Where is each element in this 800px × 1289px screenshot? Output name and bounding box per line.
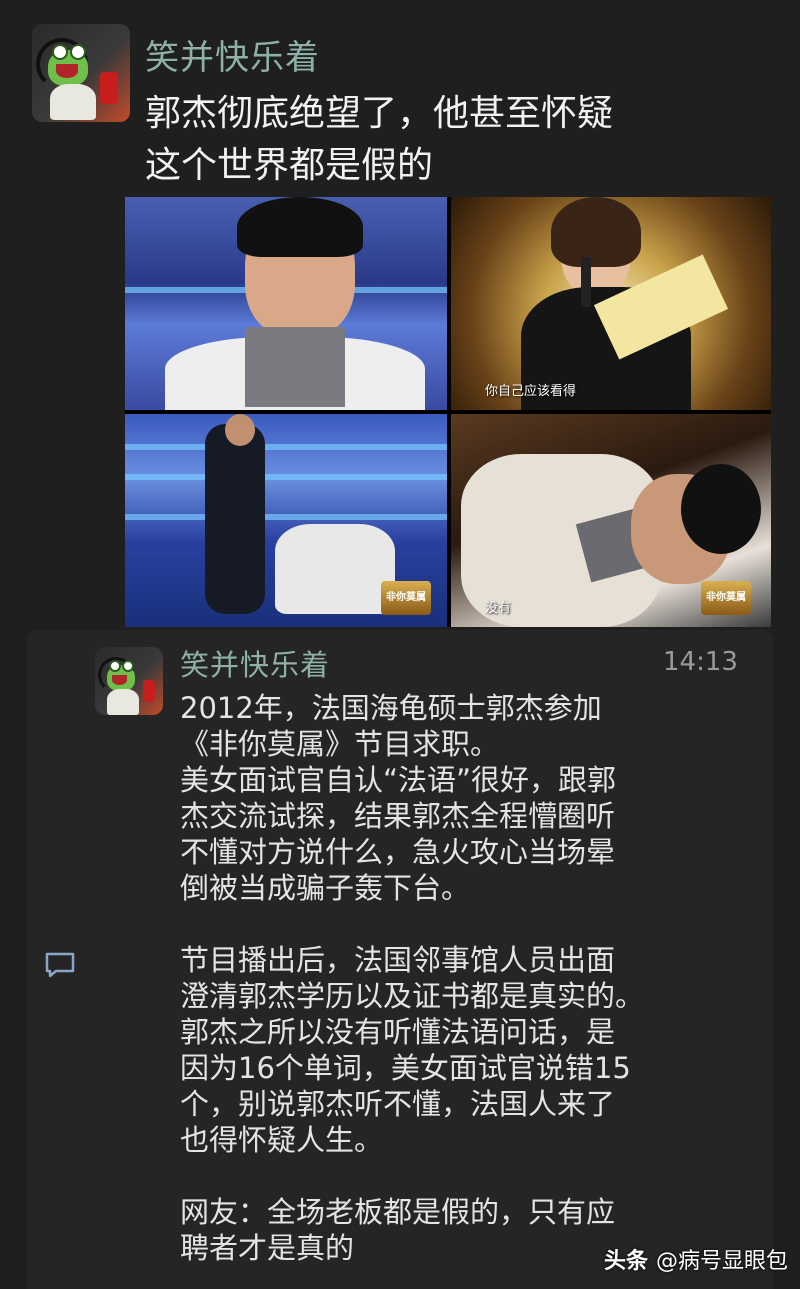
show-logo: 非你莫属	[381, 581, 431, 615]
comment-avatar[interactable]	[95, 647, 163, 715]
watermark-brand: 头条	[603, 1249, 648, 1274]
comment-body: 2012年，法国海龟硕士郭杰参加 《非你莫属》节目求职。 美女面试官自认“法语”…	[180, 690, 700, 1266]
show-logo: 非你莫属	[701, 581, 751, 615]
photo-grid: 你自己应该看得 非你莫属 非你莫属 没有	[125, 197, 771, 627]
post-text-line: 这个世界都是假的	[145, 145, 434, 186]
watermark: 头条 @病号显眼包	[604, 1243, 788, 1275]
post-username[interactable]: 笑并快乐着	[145, 30, 320, 79]
comment-line: 倒被当成骗子轰下台。	[180, 871, 471, 905]
photo-interviewer[interactable]: 你自己应该看得	[451, 197, 771, 410]
photo-caption: 你自己应该看得	[485, 384, 577, 399]
photo-caption: 没有	[485, 601, 512, 616]
comment-time: 14:13	[663, 647, 738, 677]
comment-line: 也得怀疑人生。	[180, 1123, 384, 1157]
photo-man-closeup[interactable]	[125, 197, 447, 410]
comment-line: 网友：全场老板都是假的，只有应	[180, 1195, 616, 1229]
photo-lying-down[interactable]: 非你莫属 没有	[451, 414, 771, 627]
comment-line: 《非你莫属》节目求职。	[180, 727, 500, 761]
post-text-line: 郭杰彻底绝望了，他甚至怀疑	[145, 93, 614, 134]
comment-bubble-icon[interactable]	[44, 952, 76, 978]
comment-line: 因为16个单词，美女面试官说错15	[180, 1051, 631, 1085]
comment-line: 郭杰之所以没有听懂法语问话，是	[180, 1015, 616, 1049]
comment-card: 笑并快乐着 14:13 2012年，法国海龟硕士郭杰参加 《非你莫属》节目求职。…	[27, 630, 773, 1289]
comment-line: 杰交流试探，结果郭杰全程懵圈听	[180, 799, 616, 833]
comment-line: 个，别说郭杰听不懂，法国人来了	[180, 1087, 616, 1121]
comment-line: 节目播出后，法国邻事馆人员出面	[180, 943, 616, 977]
post-text: 郭杰彻底绝望了，他甚至怀疑 这个世界都是假的	[145, 88, 765, 192]
watermark-handle: @病号显眼包	[655, 1249, 788, 1274]
post: 笑并快乐着 郭杰彻底绝望了，他甚至怀疑 这个世界都是假的 你自己应该看得 非你莫…	[0, 0, 800, 630]
photo-stage-collapse[interactable]: 非你莫属	[125, 414, 447, 627]
comment-line: 不懂对方说什么，急火攻心当场晕	[180, 835, 616, 869]
comment-line: 澄清郭杰学历以及证书都是真实的。	[180, 979, 645, 1013]
comment-username[interactable]: 笑并快乐着	[180, 642, 330, 684]
avatar[interactable]	[32, 24, 130, 122]
comment-line: 2012年，法国海龟硕士郭杰参加	[180, 691, 602, 725]
comment-line: 美女面试官自认“法语”很好，跟郭	[180, 763, 617, 797]
